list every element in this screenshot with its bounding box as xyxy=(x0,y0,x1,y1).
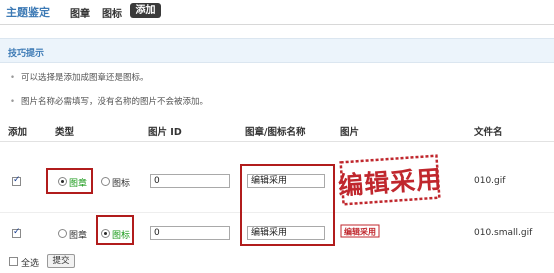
type-label-icon: 图标 xyxy=(112,231,131,241)
tab-stamps[interactable]: 图章 xyxy=(70,5,90,20)
column-header-add: 添加 xyxy=(8,127,28,138)
column-header-name: 图章/图标名称 xyxy=(245,127,306,138)
image-id-input[interactable]: 0 xyxy=(150,226,230,240)
submit-button[interactable]: 提交 xyxy=(47,254,75,268)
type-radio-stamp[interactable] xyxy=(58,229,67,238)
stamp-graphic: 编辑采用 xyxy=(337,154,443,206)
image-id-input[interactable]: 0 xyxy=(150,174,230,188)
type-radio-icon[interactable] xyxy=(101,229,110,238)
column-header-image: 图片 xyxy=(340,127,360,138)
small-stamp-graphic: 编辑采用 xyxy=(340,224,380,238)
stamp-image: 编辑采用 xyxy=(336,153,444,208)
type-radio-icon[interactable] xyxy=(101,177,110,186)
column-header-type: 类型 xyxy=(55,127,75,138)
filename-text: 010.small.gif xyxy=(474,228,533,238)
tips-title: 技巧提示 xyxy=(8,49,45,59)
page-title: 主题鉴定 xyxy=(6,6,50,19)
header-divider xyxy=(0,24,554,25)
small-stamp-image: 编辑采用 xyxy=(340,224,380,238)
tip-item: • 可以选择是添加成图章还是图标。 xyxy=(10,71,149,83)
small-stamp-text: 编辑采用 xyxy=(344,227,376,237)
type-label-stamp: 图章 xyxy=(69,231,88,241)
type-radio-stamp[interactable] xyxy=(58,177,67,186)
highlight-box xyxy=(240,164,335,246)
row-add-checkbox[interactable] xyxy=(12,227,21,238)
column-header-filename: 文件名 xyxy=(474,127,503,138)
type-label-icon: 图标 xyxy=(112,179,131,189)
select-all-checkbox[interactable] xyxy=(9,257,18,266)
bullet-icon: • xyxy=(10,73,16,83)
tip-item: • 图片名称必需填写，没有名称的图片不会被添加。 xyxy=(10,95,208,107)
tab-add[interactable]: 添加 xyxy=(130,3,161,18)
tip-text: 图片名称必需填写，没有名称的图片不会被添加。 xyxy=(21,97,209,107)
filename-text: 010.gif xyxy=(474,176,506,186)
tab-icons[interactable]: 图标 xyxy=(102,5,122,20)
tip-text: 可以选择是添加成图章还是图标。 xyxy=(21,73,149,83)
stamp-text: 编辑采用 xyxy=(337,164,443,200)
table-header-divider xyxy=(0,141,554,142)
row-add-checkbox[interactable] xyxy=(12,175,21,186)
bullet-icon: • xyxy=(10,97,16,107)
column-header-image-id: 图片 ID xyxy=(148,127,182,138)
type-label-stamp: 图章 xyxy=(69,179,88,189)
select-all-label: 全选 xyxy=(21,259,40,269)
tips-bar xyxy=(0,38,554,63)
